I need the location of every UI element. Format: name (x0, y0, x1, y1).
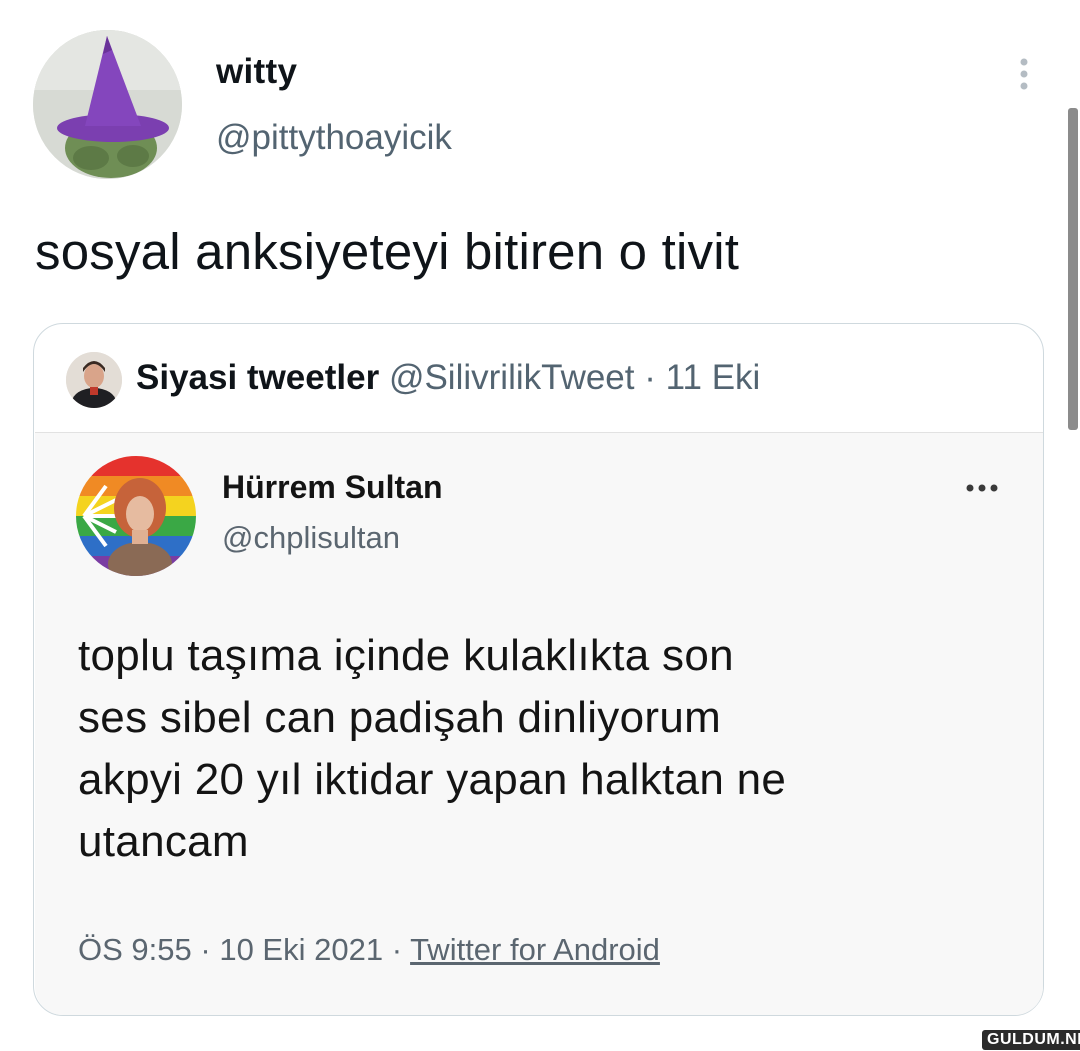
quote-date[interactable]: 11 Eki (666, 358, 761, 397)
quote-author-name[interactable]: Siyasi tweetler (136, 358, 379, 397)
embedded-author-handle[interactable]: @chplisultan (222, 520, 400, 556)
scrollbar[interactable] (1068, 108, 1078, 430)
portrait-image (66, 352, 122, 408)
author-avatar[interactable] (33, 30, 182, 179)
embedded-time: ÖS 9:55 (78, 932, 192, 967)
quote-author-avatar[interactable] (66, 352, 122, 408)
separator: · (200, 932, 211, 967)
separator: · (644, 358, 656, 397)
embedded-tweet-text: toplu taşıma içinde kulaklıkta son ses s… (78, 625, 1008, 873)
watermark: GULDUM.NET (982, 1030, 1080, 1050)
embedded-tweet-meta: ÖS 9:55 · 10 Eki 2021 · Twitter for Andr… (78, 932, 660, 968)
more-vertical-icon[interactable] (1012, 56, 1036, 96)
embedded-text-line: utancam (78, 817, 249, 866)
embedded-text-line: ses sibel can padişah dinliyorum (78, 693, 722, 742)
frog-witch-hat-image (33, 30, 182, 179)
rainbow-portrait-image (76, 456, 196, 576)
source-link[interactable]: Twitter for Android (410, 932, 660, 967)
tweet-text: sosyal anksiyeteyi bitiren o tivit (35, 223, 740, 280)
quote-header: Siyasi tweetler @SilivrilikTweet · 11 Ek… (136, 358, 760, 398)
separator: · (391, 932, 403, 967)
author-name[interactable]: witty (216, 52, 297, 92)
more-horizontal-icon[interactable] (962, 478, 1002, 498)
embedded-author-avatar[interactable] (76, 456, 196, 576)
embedded-author-name[interactable]: Hürrem Sultan (222, 469, 442, 506)
embedded-text-line: toplu taşıma içinde kulaklıkta son (78, 631, 734, 680)
embedded-text-line: akpyi 20 yıl iktidar yapan halktan ne (78, 755, 787, 804)
author-handle[interactable]: @pittythoayicik (216, 118, 452, 158)
quote-author-handle[interactable]: @SilivrilikTweet (389, 358, 635, 397)
embedded-date[interactable]: 10 Eki 2021 (219, 932, 383, 967)
